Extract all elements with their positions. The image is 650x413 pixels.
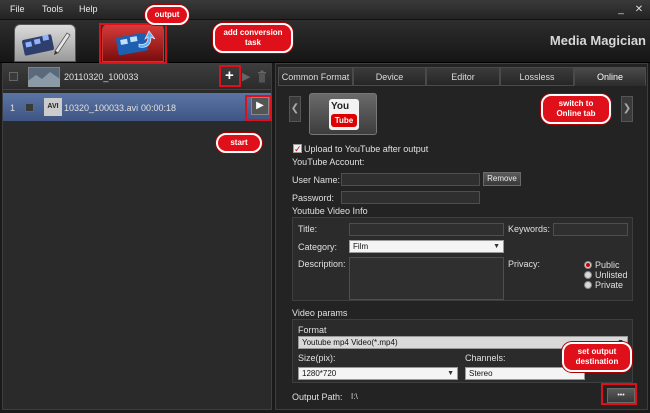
tab-common-format[interactable]: Common Format (278, 67, 353, 86)
tab-editor[interactable]: Editor (426, 67, 500, 86)
add-task-highlight (219, 65, 241, 87)
password-label: Password: (292, 193, 335, 203)
upload-label: Upload to YouTube after output (304, 144, 429, 154)
tab-lossless[interactable]: Lossless (500, 67, 574, 86)
size-select[interactable]: 1280*720 ▼ (298, 367, 458, 380)
youtube-service-tile[interactable]: You Tube (309, 93, 377, 135)
output-highlight (99, 23, 167, 64)
tab-online[interactable]: Online (574, 67, 646, 86)
chevron-down-icon: ▼ (493, 243, 500, 250)
remove-account-button[interactable]: Remove (483, 172, 521, 186)
username-label: User Name: (292, 175, 341, 185)
privacy-public-radio[interactable] (584, 261, 592, 269)
description-label: Description: (298, 259, 346, 269)
keywords-label: Keywords: (508, 224, 551, 234)
output-path-input[interactable]: I:\ (346, 390, 601, 403)
title-label: Title: (298, 224, 318, 234)
description-textarea[interactable] (349, 257, 504, 300)
add-task-callout: add conversion task (213, 23, 293, 53)
privacy-private-radio[interactable] (584, 281, 592, 289)
task-duration: 00:00:18 (141, 103, 177, 113)
set-output-callout: set output destination (562, 342, 632, 372)
output-callout: output (145, 5, 189, 25)
play-icon[interactable]: ▶ (242, 70, 250, 84)
app-brand: Media Magician (549, 33, 646, 48)
format-label: Format (298, 325, 327, 335)
username-input[interactable] (341, 173, 480, 186)
video-info-heading: Youtube Video Info (292, 206, 368, 216)
file-format-icon: AVI (44, 98, 62, 116)
carousel-next-button[interactable]: ❯ (621, 96, 633, 122)
video-thumbnail-icon (28, 67, 60, 87)
video-info-group: Title: Keywords: Category: Film ▼ Descri… (292, 217, 633, 301)
tab-device[interactable]: Device (353, 67, 426, 86)
task-checkbox[interactable] (25, 103, 34, 112)
privacy-unlisted-radio[interactable] (584, 271, 592, 279)
task-index: 1 (10, 103, 16, 113)
trash-icon[interactable] (257, 70, 267, 83)
start-highlight (245, 95, 272, 121)
channels-label: Channels: (465, 353, 506, 363)
browse-highlight (601, 383, 637, 405)
task-item-row[interactable]: 1 AVI 10320_100033.avi 00:00:18 ▶ (3, 93, 271, 121)
task-list-panel: 20110320_100033 + ▶ 1 AVI 10320_100033.a… (2, 63, 272, 410)
upload-checkbox[interactable]: ✓ (293, 144, 302, 154)
output-path-label: Output Path: (292, 392, 343, 402)
chevron-down-icon: ▼ (447, 370, 454, 377)
menu-file[interactable]: File (10, 4, 25, 14)
privacy-private-label: Private (595, 280, 624, 290)
convert-mode-button[interactable] (14, 24, 76, 62)
start-callout: start (216, 133, 262, 153)
group-checkbox[interactable] (9, 72, 18, 81)
minimize-button[interactable]: _ (614, 3, 628, 16)
video-params-heading: Video params (292, 308, 348, 318)
size-label: Size(pix): (298, 353, 336, 363)
task-file-name: 10320_100033.avi (64, 103, 139, 113)
privacy-public-label: Public (595, 260, 620, 270)
switch-online-callout: switch to Online tab (541, 94, 611, 124)
task-group-name: 20110320_100033 (64, 72, 139, 82)
youtube-logo-icon: You Tube (329, 99, 359, 130)
close-button[interactable]: ✕ (632, 3, 646, 16)
film-edit-icon (22, 32, 71, 56)
title-input[interactable] (349, 223, 504, 236)
account-heading: YouTube Account: (292, 157, 365, 167)
category-select[interactable]: Film ▼ (349, 240, 504, 253)
category-label: Category: (298, 242, 338, 252)
privacy-unlisted-label: Unlisted (595, 270, 628, 280)
privacy-label: Privacy: (508, 259, 541, 269)
menu-help[interactable]: Help (79, 4, 98, 14)
menu-tools[interactable]: Tools (42, 4, 63, 14)
keywords-input[interactable] (553, 223, 628, 236)
carousel-prev-button[interactable]: ❮ (289, 96, 301, 122)
menubar: File Tools Help _ ✕ (0, 0, 650, 20)
password-input[interactable] (341, 191, 480, 204)
toolbar: Media Magician (0, 20, 650, 63)
